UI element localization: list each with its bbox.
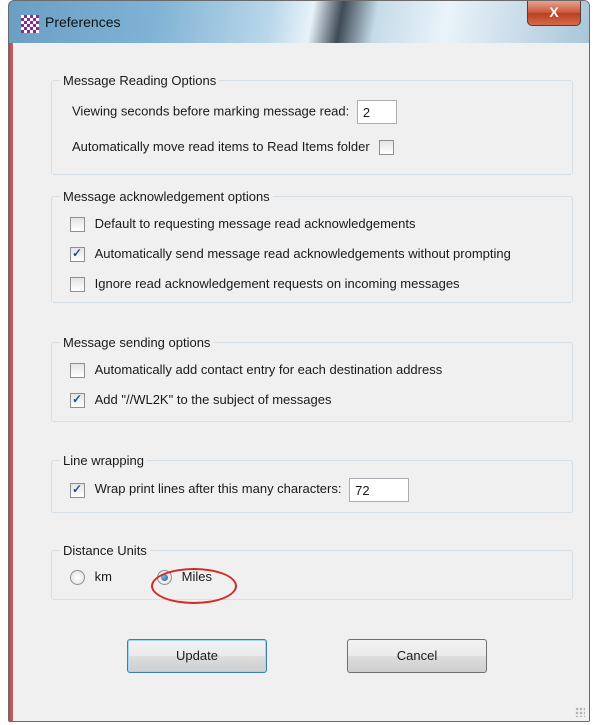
window-title: Preferences [45, 14, 121, 30]
annotation-circle [151, 568, 237, 604]
send-option-row[interactable]: Automatically add contact entry for each… [70, 362, 443, 379]
add-wl2k-subject-checkbox[interactable] [70, 392, 85, 409]
send-option-label: Add "//WL2K" to the subject of messages [94, 392, 332, 407]
ack-option-row[interactable]: Automatically send message read acknowle… [70, 246, 511, 263]
send-option-row[interactable]: Add "//WL2K" to the subject of messages [70, 392, 332, 409]
viewing-seconds-label: Viewing seconds before marking message r… [72, 103, 350, 119]
ack-option-label: Default to requesting message read ackno… [94, 216, 416, 231]
acknowledgement-options-legend: Message acknowledgement options [63, 189, 270, 204]
ignore-ack-requests-checkbox[interactable] [70, 277, 85, 293]
title-bar[interactable]: Preferences X [9, 1, 589, 43]
distance-units-group: Distance Units km Miles [51, 543, 573, 600]
ack-option-row[interactable]: Default to requesting message read ackno… [70, 216, 416, 233]
send-option-label: Automatically add contact entry for each… [94, 362, 443, 377]
auto-move-checkbox[interactable] [379, 140, 395, 156]
default-request-ack-checkbox[interactable] [70, 217, 85, 233]
auto-add-contact-checkbox[interactable] [70, 363, 85, 379]
km-radio[interactable] [70, 570, 85, 586]
km-label: km [94, 569, 112, 584]
auto-move-label: Automatically move read items to Read It… [72, 139, 370, 154]
ack-option-row[interactable]: Ignore read acknowledgement requests on … [70, 276, 460, 293]
acknowledgement-options-group: Message acknowledgement options Default … [51, 189, 573, 303]
line-wrapping-group: Line wrapping Wrap print lines after thi… [51, 453, 573, 513]
distance-units-legend: Distance Units [63, 543, 147, 558]
line-wrapping-legend: Line wrapping [63, 453, 144, 468]
ack-option-label: Ignore read acknowledgement requests on … [94, 276, 460, 291]
sending-options-legend: Message sending options [63, 335, 211, 350]
ack-option-label: Automatically send message read acknowle… [94, 246, 511, 261]
dialog-body: Message Reading Options Viewing seconds … [13, 43, 589, 721]
reading-options-legend: Message Reading Options [63, 73, 217, 88]
cancel-button[interactable]: Cancel [347, 639, 487, 673]
reading-options-group: Message Reading Options Viewing seconds … [51, 73, 573, 175]
update-button[interactable]: Update [127, 639, 267, 673]
wrap-lines-checkbox[interactable] [70, 482, 85, 498]
km-option[interactable]: km [70, 569, 112, 586]
wrap-characters-input[interactable]: 72 [349, 478, 410, 502]
auto-send-ack-checkbox[interactable] [70, 246, 85, 263]
resize-grip[interactable] [575, 707, 585, 717]
app-icon [21, 15, 39, 33]
close-button[interactable]: X [527, 1, 581, 26]
viewing-seconds-input[interactable]: 2 [356, 100, 397, 124]
wrap-lines-label: Wrap print lines after this many charact… [94, 481, 342, 497]
preferences-window: Preferences X Message Reading Options Vi… [8, 0, 590, 722]
sending-options-group: Message sending options Automatically ad… [51, 335, 573, 422]
